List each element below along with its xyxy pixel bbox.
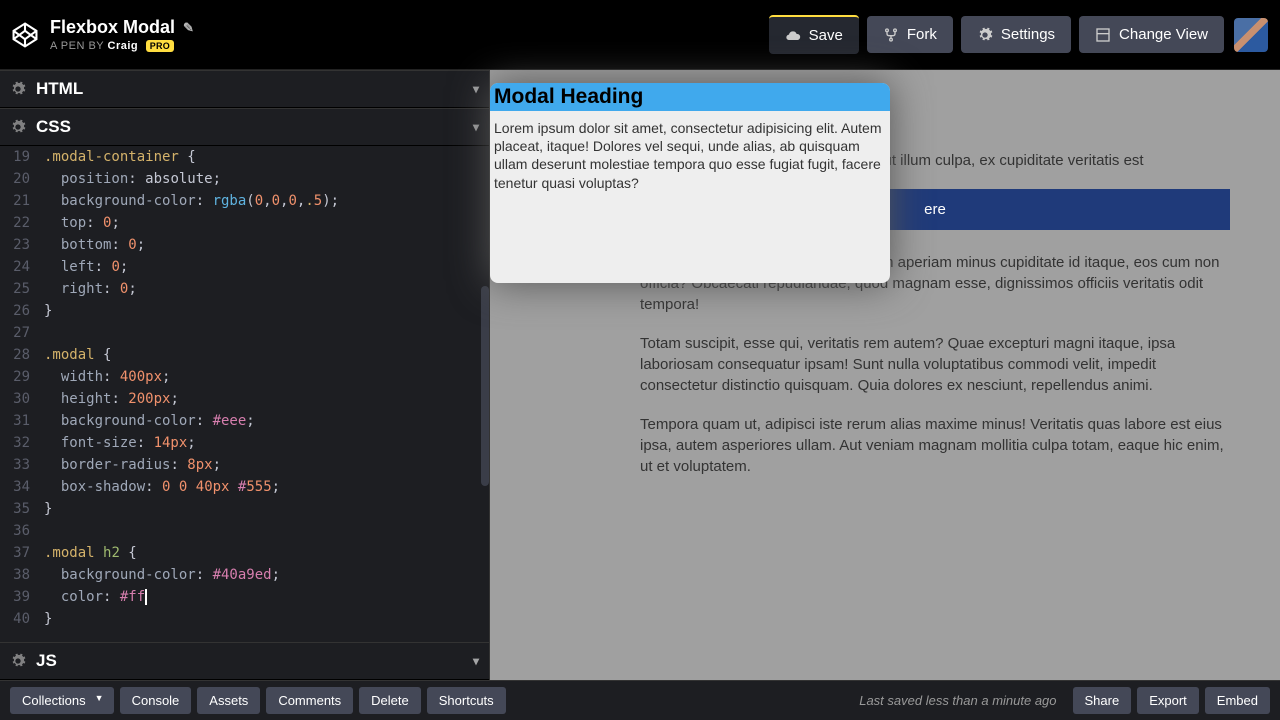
chevron-down-icon[interactable]: ▾ — [473, 120, 479, 134]
app-header: Flexbox Modal ✎ A PEN BY Craig PRO Save … — [0, 0, 1280, 70]
delete-button[interactable]: Delete — [359, 687, 421, 714]
code-body[interactable]: .modal-container { position: absolute; b… — [44, 146, 489, 630]
pen-title-block: Flexbox Modal ✎ A PEN BY Craig PRO — [50, 17, 194, 52]
save-status: Last saved less than a minute ago — [859, 693, 1056, 708]
scrollbar-thumb[interactable] — [481, 286, 489, 486]
css-code-editor[interactable]: 1920212223242526272829303132333435363738… — [0, 146, 489, 642]
preview-paragraph: Tempora quam ut, adipisci iste rerum ali… — [640, 414, 1230, 477]
export-button[interactable]: Export — [1137, 687, 1199, 714]
pro-badge: PRO — [146, 40, 174, 52]
layout-icon — [1095, 27, 1111, 43]
console-button[interactable]: Console — [120, 687, 192, 714]
pen-title[interactable]: Flexbox Modal — [50, 17, 175, 38]
cloud-icon — [785, 28, 801, 44]
main-area: HTML ▾ CSS ▾ 192021222324252627282930313… — [0, 70, 1280, 680]
embed-button[interactable]: Embed — [1205, 687, 1270, 714]
change-view-button[interactable]: Change View — [1079, 16, 1224, 53]
html-panel-header[interactable]: HTML ▾ — [0, 70, 489, 108]
html-panel-title: HTML — [36, 79, 83, 99]
line-gutter: 1920212223242526272829303132333435363738… — [0, 146, 36, 630]
js-panel-header[interactable]: JS ▾ — [0, 642, 489, 680]
edit-title-icon[interactable]: ✎ — [183, 20, 194, 36]
editor-column: HTML ▾ CSS ▾ 192021222324252627282930313… — [0, 70, 490, 680]
codepen-logo-icon — [12, 22, 38, 48]
collections-button[interactable]: Collections — [10, 687, 114, 714]
user-avatar[interactable] — [1234, 18, 1268, 52]
settings-button[interactable]: Settings — [961, 16, 1071, 53]
modal-heading: Modal Heading — [490, 83, 890, 111]
byline-prefix: A PEN BY — [50, 40, 108, 52]
preview-pane: ipisicing elit. Non cumque expedita aut … — [490, 70, 1280, 680]
save-button[interactable]: Save — [769, 15, 859, 54]
pen-author[interactable]: Craig — [108, 40, 139, 52]
gear-icon[interactable] — [10, 653, 26, 669]
css-panel-header[interactable]: CSS ▾ — [0, 108, 489, 146]
shortcuts-button[interactable]: Shortcuts — [427, 687, 506, 714]
comments-button[interactable]: Comments — [266, 687, 353, 714]
gear-icon[interactable] — [10, 119, 26, 135]
app-footer: Collections Console Assets Comments Dele… — [0, 680, 1280, 720]
gear-icon — [977, 27, 993, 43]
css-panel-title: CSS — [36, 117, 71, 137]
modal-preview: Modal Heading Lorem ipsum dolor sit amet… — [490, 83, 890, 283]
assets-button[interactable]: Assets — [197, 687, 260, 714]
fork-button[interactable]: Fork — [867, 16, 953, 53]
chevron-down-icon[interactable]: ▾ — [473, 654, 479, 668]
fork-icon — [883, 27, 899, 43]
share-button[interactable]: Share — [1073, 687, 1132, 714]
chevron-down-icon[interactable]: ▾ — [473, 82, 479, 96]
gear-icon[interactable] — [10, 81, 26, 97]
js-panel-title: JS — [36, 651, 57, 671]
preview-paragraph: Totam suscipit, esse qui, veritatis rem … — [640, 333, 1230, 396]
modal-body: Lorem ipsum dolor sit amet, consectetur … — [490, 111, 890, 192]
